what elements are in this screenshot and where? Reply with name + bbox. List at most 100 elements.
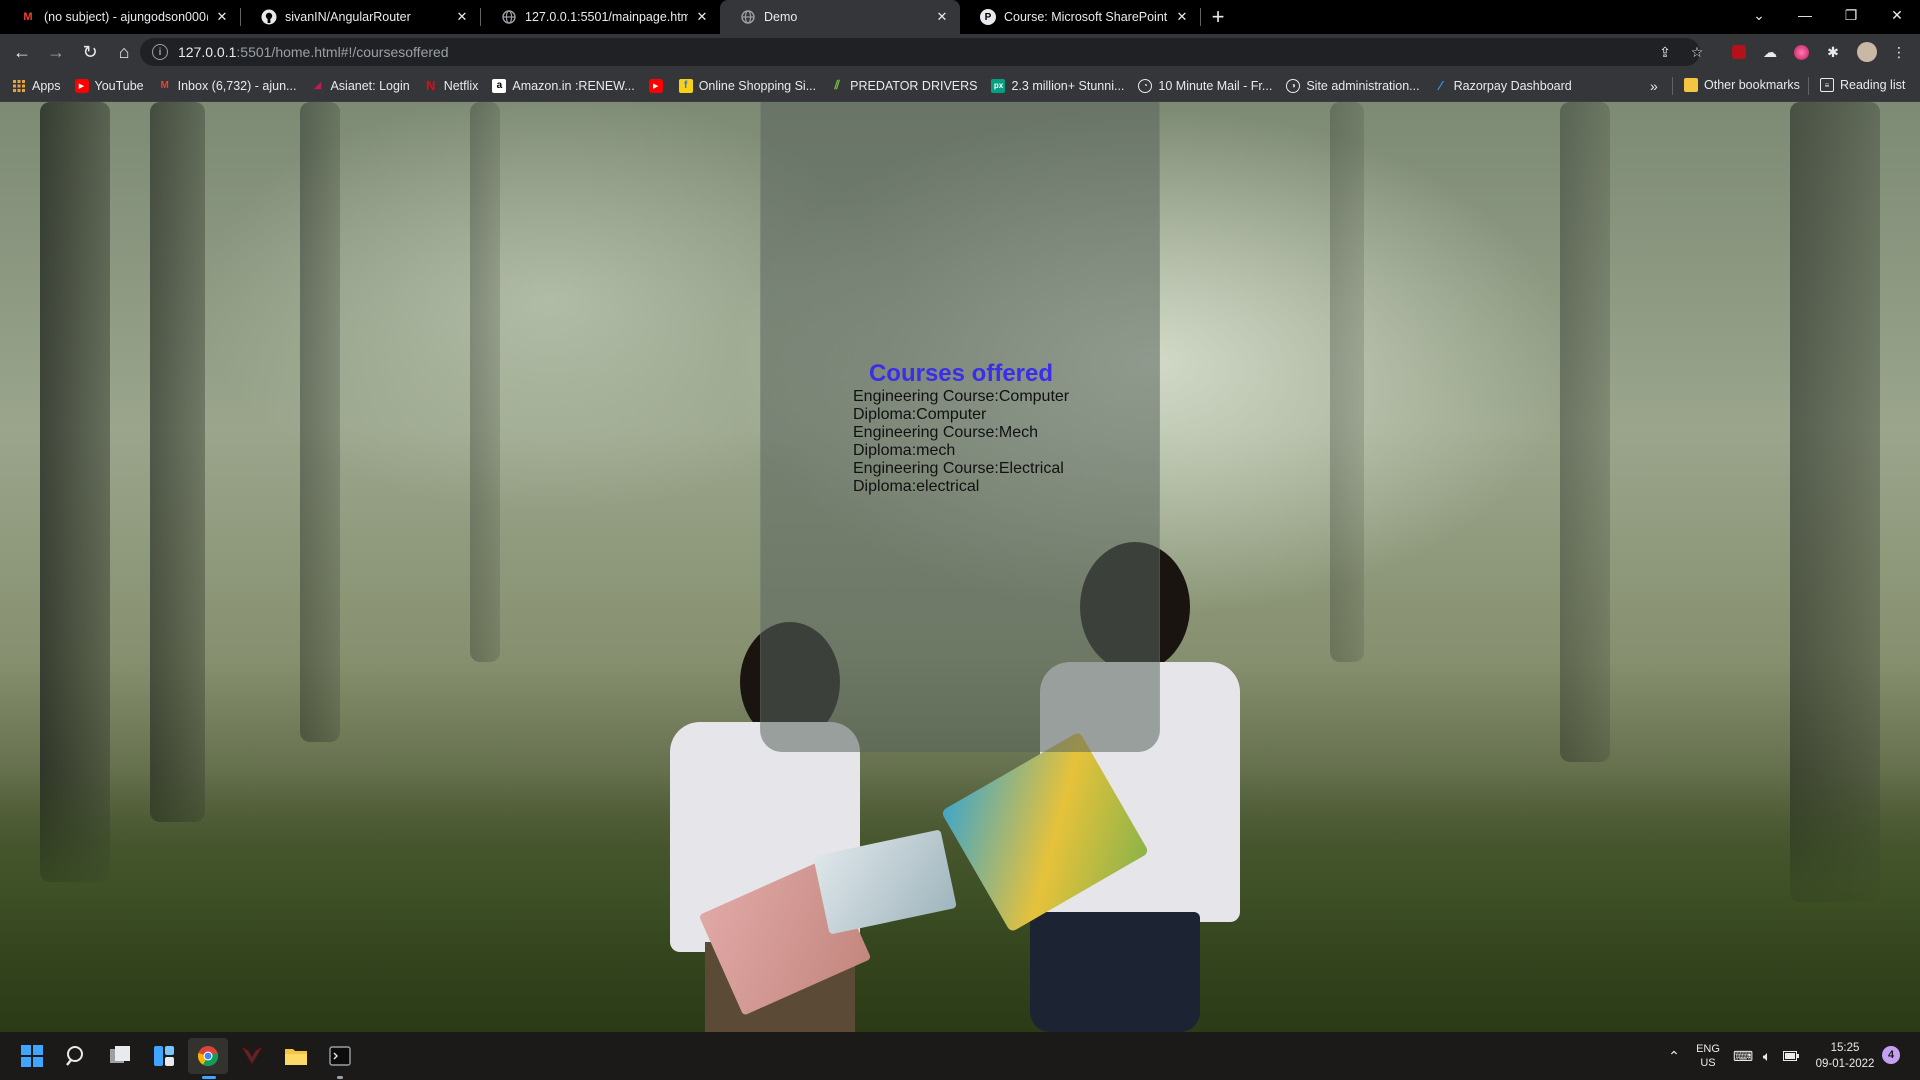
tab-search-icon[interactable]: ⌄ (1736, 0, 1782, 30)
profile-avatar[interactable] (1852, 36, 1882, 68)
bookmark-youtube[interactable]: ▶ YouTube (74, 78, 144, 93)
course-item: Diploma:Computer (853, 406, 987, 423)
cloud-extension-icon[interactable]: ☁ (1755, 36, 1785, 68)
bookmark-apps[interactable]: Apps (12, 79, 61, 93)
clock[interactable]: 15:25 09-01-2022 (1810, 1032, 1880, 1080)
tab-title: Course: Microsoft SharePoint (1004, 10, 1168, 24)
bookmark-site-admin[interactable]: ◑ Site administration... (1286, 78, 1420, 93)
bookmark-predator[interactable]: ⫽ PREDATOR DRIVERS (830, 78, 978, 93)
bookmarks-overflow-button[interactable]: » (1650, 78, 1658, 94)
clock-date: 09-01-2022 (1815, 1058, 1875, 1070)
bookmark-label: 10 Minute Mail - Fr... (1158, 78, 1273, 93)
close-tab-icon[interactable]: ✕ (694, 9, 710, 25)
clock-icon: ◔ (1138, 78, 1153, 93)
page-viewport: Courses offered Engineering Course:Compu… (0, 102, 1920, 1032)
restore-button[interactable]: ❐ (1828, 0, 1874, 30)
menu-icon[interactable]: ⋮ (1884, 36, 1914, 68)
address-bar[interactable]: i 127.0.0.1:5501/home.html#!/coursesoffe… (140, 38, 1700, 66)
tab-mainpage[interactable]: 127.0.0.1:5501/mainpage.html ✕ (481, 0, 720, 34)
site-info-icon[interactable]: i (152, 44, 168, 60)
ublock-extension-icon[interactable] (1724, 36, 1754, 68)
running-app-indicator (337, 1076, 343, 1079)
show-hidden-icons[interactable]: ⌃ (1662, 1032, 1686, 1080)
language-indicator[interactable]: ENG US (1690, 1032, 1726, 1080)
network-icon[interactable]: ⌨ (1732, 1032, 1754, 1080)
youtube-icon: ▶ (648, 78, 663, 93)
bookmark-label: Amazon.in :RENEW... (512, 78, 635, 93)
close-window-button[interactable]: ✕ (1874, 0, 1920, 30)
reading-list-icon: ≡ (1820, 78, 1834, 92)
bookmark-label: Asianet: Login (330, 78, 410, 93)
task-view-icon[interactable] (100, 1038, 140, 1074)
bookmark-label: Razorpay Dashboard (1453, 78, 1572, 93)
battery-icon[interactable] (1780, 1032, 1802, 1080)
url-host: 127.0.0.1 (178, 44, 237, 60)
tab-demo[interactable]: Demo ✕ (720, 0, 960, 34)
share-icon[interactable]: ⇪ (1650, 36, 1680, 68)
course-item: Engineering Course:Mech (853, 424, 1038, 441)
windows-taskbar: ⌃ ENG US ⌨ 🔈︎ 15:25 09-01-2022 4 (0, 1032, 1920, 1080)
start-windows-icon[interactable] (12, 1038, 52, 1074)
gmail-icon: M (160, 80, 169, 91)
bookmark-razorpay[interactable]: ⁄ Razorpay Dashboard (1434, 78, 1572, 93)
reading-list-button[interactable]: ≡ Reading list (1820, 78, 1905, 92)
bookmarks-bar: Apps ▶ YouTube M Inbox (6,732) - ajun...… (0, 70, 1920, 102)
bookmark-pexels[interactable]: px 2.3 million+ Stunni... (991, 78, 1124, 93)
close-tab-icon[interactable]: ✕ (1174, 9, 1190, 25)
close-tab-icon[interactable]: ✕ (214, 9, 230, 25)
predator-sense-icon[interactable] (232, 1038, 272, 1074)
bookmark-10minutemail[interactable]: ◔ 10 Minute Mail - Fr... (1138, 78, 1273, 93)
bookmarks-divider (1672, 77, 1673, 95)
bookmark-label: PREDATOR DRIVERS (850, 78, 978, 93)
bookmark-netflix[interactable]: N Netflix (424, 78, 478, 93)
clock-time: 15:25 (1830, 1042, 1860, 1054)
new-tab-button[interactable]: + (1201, 0, 1235, 34)
home-icon[interactable]: ⌂ (108, 36, 140, 68)
bookmark-asianet[interactable]: ◢ Asianet: Login (310, 78, 410, 93)
bookmark-inbox[interactable]: M Inbox (6,732) - ajun... (158, 79, 296, 93)
active-app-indicator (202, 1076, 216, 1079)
tree-trunk (1560, 102, 1610, 762)
tab-github[interactable]: sivanIN/AngularRouter ✕ (241, 0, 480, 34)
close-tab-icon[interactable]: ✕ (454, 9, 470, 25)
reload-icon[interactable]: ↻ (74, 36, 106, 68)
tab-title: 127.0.0.1:5501/mainpage.html (525, 10, 688, 24)
tab-strip: M (no subject) - ajungodson000@g ✕ sivan… (0, 0, 1920, 34)
minimize-button[interactable]: — (1782, 0, 1828, 30)
tab-title: Demo (764, 10, 798, 24)
bookmark-flipkart[interactable]: f Online Shopping Si... (678, 78, 817, 93)
chrome-icon[interactable] (188, 1038, 228, 1074)
bookmark-label: Reading list (1840, 78, 1906, 92)
apps-grid-icon (12, 79, 26, 93)
volume-icon[interactable]: 🔈︎ (1756, 1032, 1778, 1080)
bookmark-label: Online Shopping Si... (698, 78, 817, 93)
tab-title: sivanIN/AngularRouter (285, 10, 411, 24)
predator-icon: ⫽ (834, 78, 840, 92)
terminal-icon[interactable] (320, 1038, 360, 1074)
course-item: Engineering Course:Computer (853, 388, 1070, 405)
extensions-icon[interactable]: ✱ (1818, 36, 1848, 68)
browser-toolbar: ← → ↻ ⌂ i 127.0.0.1:5501/home.html#!/cou… (0, 34, 1920, 70)
razorpay-icon: ⁄ (1439, 78, 1442, 93)
tab-gmail[interactable]: M (no subject) - ajungodson000@g ✕ (0, 0, 240, 34)
bookmark-amazon[interactable]: a Amazon.in :RENEW... (492, 78, 635, 93)
sharepoint-icon: P (980, 9, 996, 25)
color-extension-icon[interactable] (1786, 36, 1816, 68)
asianet-icon: ◢ (313, 80, 322, 91)
close-tab-icon[interactable]: ✕ (934, 9, 950, 25)
file-explorer-icon[interactable] (276, 1038, 316, 1074)
youtube-icon: ▶ (74, 78, 89, 93)
forward-icon[interactable]: → (40, 36, 72, 68)
bookmark-star-icon[interactable]: ☆ (1682, 36, 1712, 68)
notification-badge[interactable]: 4 (1882, 1046, 1900, 1064)
page-title: Courses offered (868, 360, 1054, 387)
widgets-icon[interactable] (144, 1038, 184, 1074)
back-icon[interactable]: ← (6, 36, 38, 68)
tab-sharepoint[interactable]: P Course: Microsoft SharePoint ✕ (960, 0, 1200, 34)
bookmark-youtube-2[interactable]: ▶ (648, 78, 669, 93)
tree-trunk (1330, 102, 1364, 662)
other-bookmarks-folder[interactable]: Other bookmarks (1684, 78, 1800, 92)
search-icon[interactable] (56, 1038, 96, 1074)
pexels-icon: px (991, 78, 1006, 93)
bookmark-label: Site administration... (1306, 78, 1420, 93)
